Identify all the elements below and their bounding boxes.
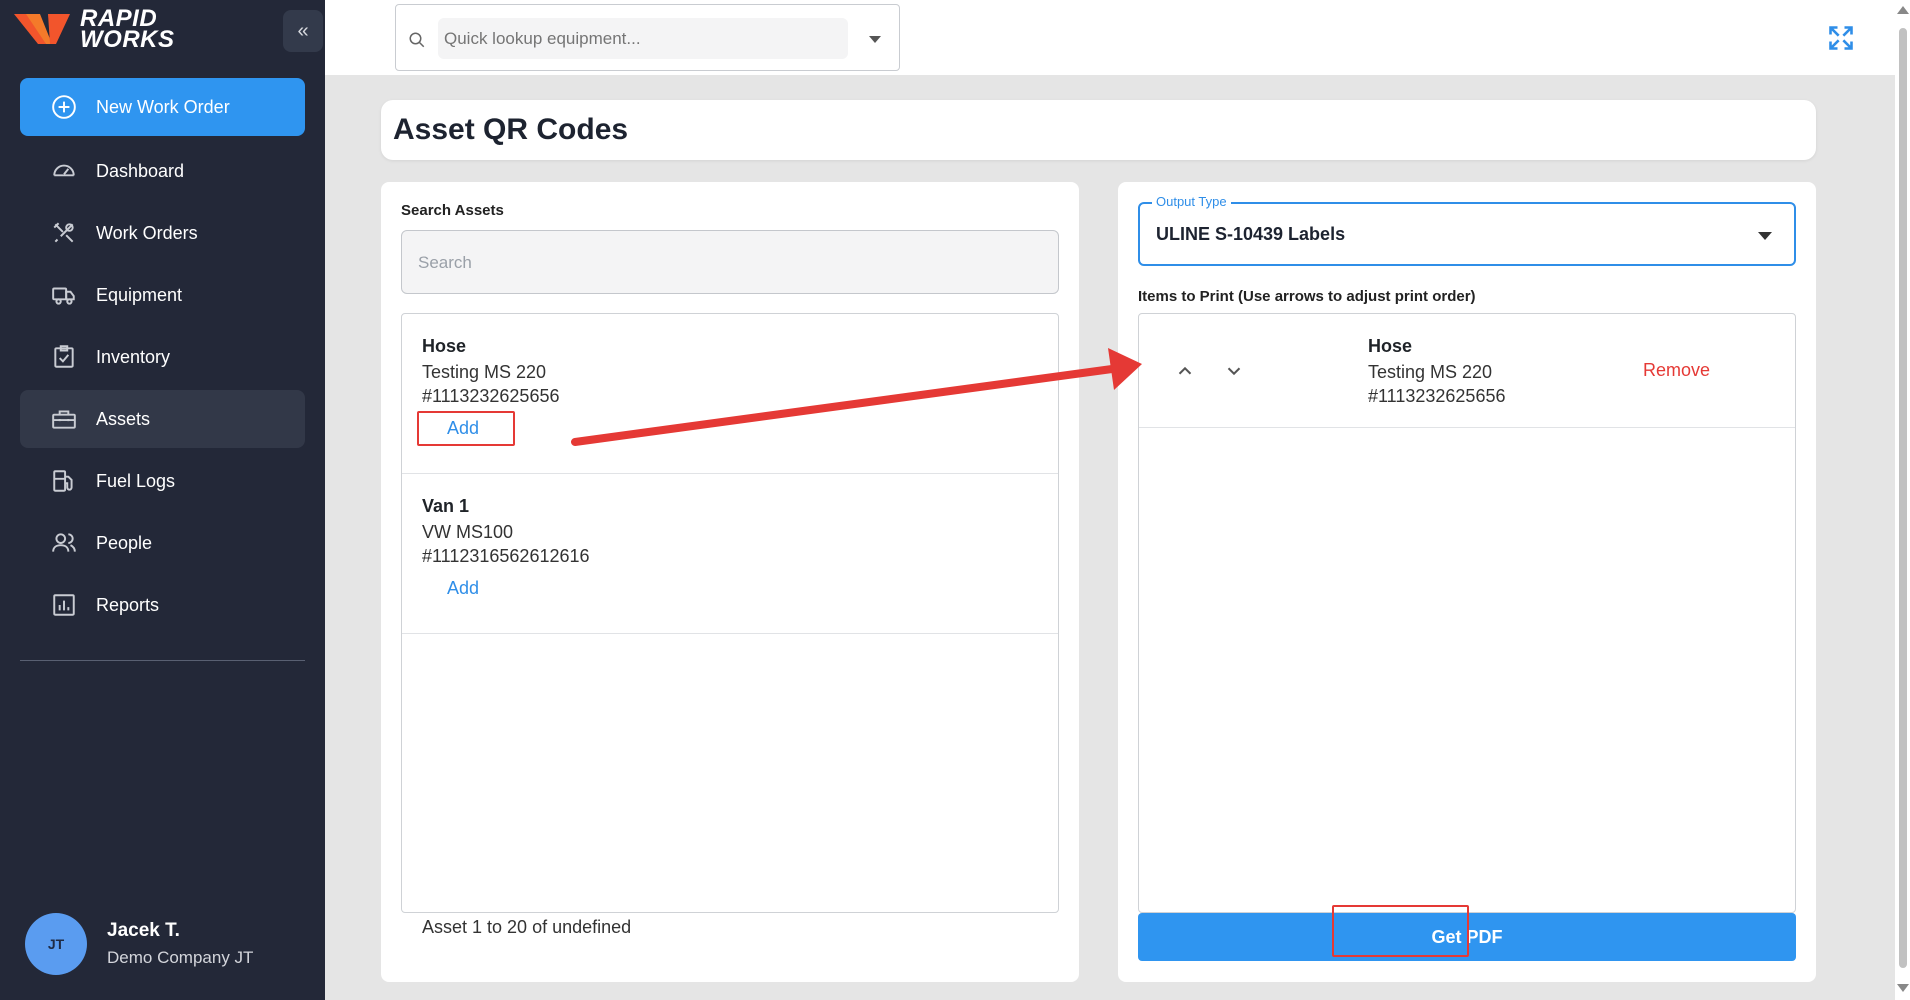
sidebar-item-reports[interactable]: Reports bbox=[20, 576, 305, 634]
quick-lookup-combobox[interactable] bbox=[395, 4, 900, 71]
sidebar-item-label: Inventory bbox=[96, 346, 171, 367]
list-item: Van 1 VW MS100 #1112316562612616 Add bbox=[402, 474, 1058, 634]
asset-number: #1113232625656 bbox=[422, 386, 560, 406]
remove-item-button[interactable]: Remove bbox=[1643, 360, 1710, 381]
pagination-status: Asset 1 to 20 of undefined bbox=[422, 917, 632, 937]
print-item-name: Hose bbox=[1368, 336, 1413, 356]
main-content: Asset QR Codes Search Assets Search Hose… bbox=[325, 75, 1870, 1000]
sidebar-item-equipment[interactable]: Equipment bbox=[20, 266, 305, 324]
page-scrollbar[interactable] bbox=[1895, 0, 1910, 1000]
print-items-panel: Output Type ULINE S-10439 Labels Items t… bbox=[1118, 182, 1816, 982]
sidebar-item-label: Work Orders bbox=[96, 222, 198, 243]
search-assets-label: Search Assets bbox=[401, 202, 504, 219]
sidebar-item-label: Assets bbox=[96, 408, 151, 429]
list-item: Hose Testing MS 220 #1113232625656 Add bbox=[402, 314, 1058, 474]
items-to-print-label: Items to Print (Use arrows to adjust pri… bbox=[1138, 288, 1476, 305]
gauge-icon bbox=[50, 157, 78, 185]
search-input[interactable]: Search bbox=[401, 230, 1059, 294]
sidebar-item-label: People bbox=[96, 532, 153, 553]
search-assets-panel: Search Assets Search Hose Testing MS 220… bbox=[381, 182, 1079, 982]
people-icon bbox=[50, 529, 78, 557]
chart-icon bbox=[50, 591, 78, 619]
logo-line-2: WORKS bbox=[80, 26, 175, 53]
plus-circle-icon bbox=[50, 93, 78, 121]
sidebar-item-inventory[interactable]: Inventory bbox=[20, 328, 305, 386]
sidebar-item-label: Fuel Logs bbox=[96, 470, 176, 491]
print-item-model: Testing MS 220 bbox=[1368, 362, 1493, 382]
page-header: Asset QR Codes bbox=[381, 100, 1816, 160]
sidebar-item-assets[interactable]: Assets bbox=[20, 390, 305, 448]
annotation-highlight-box bbox=[417, 411, 515, 446]
sidebar-item-label: Equipment bbox=[96, 284, 183, 305]
sidebar-item-dashboard[interactable]: Dashboard bbox=[20, 142, 305, 200]
add-asset-button[interactable]: Add bbox=[447, 578, 479, 599]
avatar: JT bbox=[25, 913, 87, 975]
output-type-select[interactable]: Output Type ULINE S-10439 Labels bbox=[1138, 194, 1796, 266]
list-item: Hose Testing MS 220 #1113232625656 Remov… bbox=[1139, 314, 1795, 428]
new-work-order-button[interactable]: New Work Order bbox=[20, 78, 305, 136]
collapse-sidebar-button[interactable]: « bbox=[283, 10, 323, 52]
output-type-label: Output Type bbox=[1152, 194, 1231, 209]
sidebar-item-label: Reports bbox=[96, 594, 160, 615]
new-work-order-label: New Work Order bbox=[96, 96, 230, 117]
user-name: Jacek T. bbox=[107, 920, 180, 941]
asset-model: Testing MS 220 bbox=[422, 362, 547, 382]
sidebar: RAPID WORKS « New Work Order Dashboard W… bbox=[0, 0, 325, 1000]
truck-icon bbox=[50, 281, 78, 309]
sidebar-divider bbox=[20, 660, 305, 661]
tools-icon bbox=[50, 219, 78, 247]
fuel-pump-icon bbox=[50, 467, 78, 495]
toolbox-icon bbox=[50, 405, 78, 433]
chevron-down-icon[interactable] bbox=[1223, 360, 1245, 382]
user-profile[interactable]: JT Jacek T. Demo Company JT bbox=[25, 913, 253, 975]
asset-list: Hose Testing MS 220 #1113232625656 Add V… bbox=[401, 313, 1059, 913]
annotation-highlight-box bbox=[1332, 905, 1469, 957]
asset-name: Hose bbox=[422, 336, 467, 356]
quick-lookup-input[interactable] bbox=[438, 18, 848, 59]
asset-number: #1112316562612616 bbox=[422, 546, 590, 566]
clipboard-check-icon bbox=[50, 343, 78, 371]
scroll-up-icon[interactable] bbox=[1897, 6, 1909, 14]
rapid-works-logo-icon bbox=[14, 14, 70, 44]
chevron-down-icon[interactable] bbox=[869, 36, 881, 43]
scrollbar-thumb[interactable] bbox=[1899, 28, 1907, 968]
fullscreen-icon[interactable] bbox=[1827, 24, 1855, 52]
scroll-down-icon[interactable] bbox=[1897, 984, 1909, 992]
print-item-number: #1113232625656 bbox=[1368, 386, 1506, 406]
page-title: Asset QR Codes bbox=[393, 113, 629, 146]
sidebar-item-people[interactable]: People bbox=[20, 514, 305, 572]
search-icon bbox=[409, 32, 425, 48]
chevron-up-icon[interactable] bbox=[1174, 360, 1196, 382]
asset-name: Van 1 bbox=[422, 496, 470, 516]
sidebar-item-work-orders[interactable]: Work Orders bbox=[20, 204, 305, 262]
user-company: Demo Company JT bbox=[107, 948, 254, 967]
top-bar bbox=[325, 0, 1900, 75]
app-logo[interactable]: RAPID WORKS bbox=[12, 7, 175, 53]
print-list: Hose Testing MS 220 #1113232625656 Remov… bbox=[1138, 313, 1796, 913]
sidebar-item-label: Dashboard bbox=[96, 160, 185, 181]
asset-model: VW MS100 bbox=[422, 522, 514, 542]
sidebar-item-fuel-logs[interactable]: Fuel Logs bbox=[20, 452, 305, 510]
chevron-down-icon[interactable] bbox=[1758, 232, 1772, 240]
output-type-value: ULINE S-10439 Labels bbox=[1156, 224, 1346, 244]
